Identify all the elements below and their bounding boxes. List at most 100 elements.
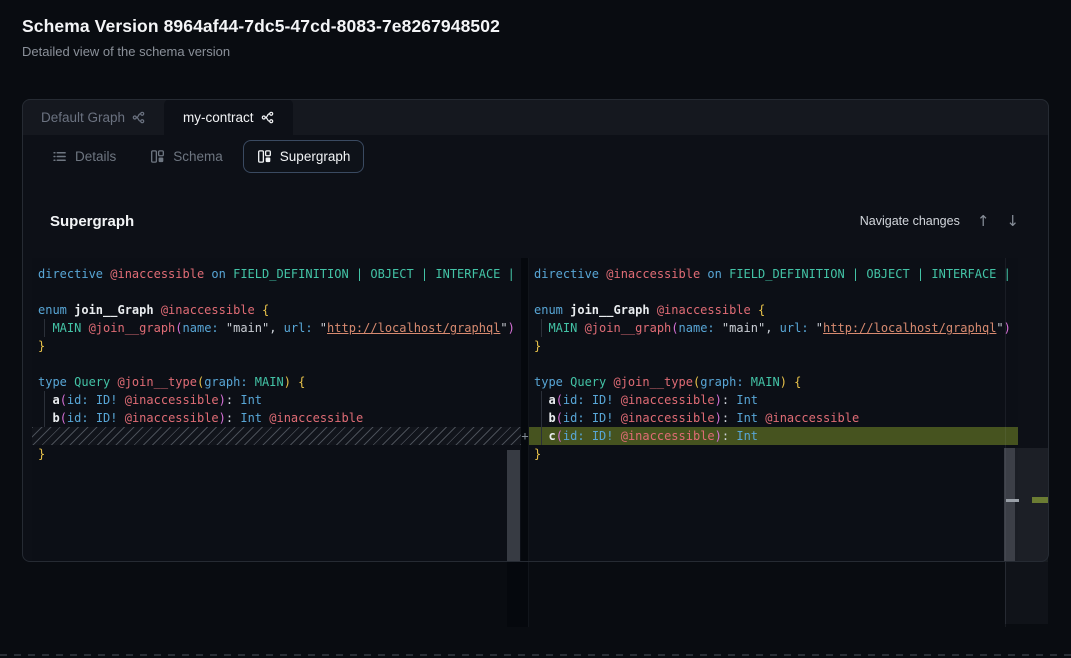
url-link[interactable]: http://localhost/graphql [327, 321, 500, 335]
diff-added-line[interactable]: c(id: ID! @inaccessible): Int [529, 427, 1018, 445]
code-line[interactable]: directive @inaccessible on FIELD_DEFINIT… [529, 265, 1018, 283]
code-token: ) [715, 411, 722, 425]
code-token: ID! [592, 429, 621, 443]
code-token: ) [508, 321, 515, 335]
code-token: "main" [219, 321, 270, 335]
code-token: type [534, 375, 570, 389]
code-token: MAIN [534, 321, 585, 335]
code-line[interactable]: type Query @join__type(graph: MAIN) { [32, 373, 521, 391]
code-token: @inaccessible [269, 411, 363, 425]
code-token: { [262, 303, 269, 317]
code-token: b [534, 411, 556, 425]
code-token: "main" [715, 321, 766, 335]
code-token: ) { [780, 375, 802, 389]
code-token: } [38, 339, 45, 353]
code-token: : [722, 411, 736, 425]
code-token: a [38, 393, 60, 407]
code-token: name: [679, 321, 715, 335]
code-line[interactable]: MAIN @join__graph(name: "main", url: "ht… [32, 319, 521, 337]
code-token: FIELD_DEFINITION | OBJECT | INTERFACE | [233, 267, 515, 281]
code-line[interactable]: a(id: ID! @inaccessible): Int [529, 391, 1018, 409]
code-token: ) { [284, 375, 306, 389]
code-line[interactable]: b(id: ID! @inaccessible): Int @inaccessi… [529, 409, 1018, 427]
subtab-supergraph[interactable]: Supergraph [243, 140, 365, 173]
code-line[interactable]: MAIN @join__graph(name: "main", url: "ht… [529, 319, 1018, 337]
code-token: } [38, 447, 45, 461]
code-token: FIELD_DEFINITION | OBJECT | INTERFACE | [729, 267, 1011, 281]
code-token: ID! [592, 393, 621, 407]
code-token: id: [67, 411, 96, 425]
code-token: id: [563, 411, 592, 425]
code-line[interactable] [32, 355, 521, 373]
code-token: " [996, 321, 1003, 335]
page-title: Schema Version 8964af44-7dc5-47cd-8083-7… [22, 16, 500, 37]
collapsed-region-edge [0, 654, 1071, 656]
previous-change-button[interactable]: ↑ [977, 214, 990, 229]
code-line[interactable]: directive @inaccessible on FIELD_DEFINIT… [32, 265, 521, 283]
code-line[interactable]: } [32, 337, 521, 355]
code-token: ( [556, 411, 563, 425]
code-line[interactable]: type Query @join__type(graph: MAIN) { [529, 373, 1018, 391]
diff-pane-original[interactable]: directive @inaccessible on FIELD_DEFINIT… [32, 258, 521, 562]
code-token: : [722, 429, 736, 443]
subtab-details[interactable]: Details [38, 140, 130, 173]
list-icon [52, 149, 67, 164]
branch-icon [261, 111, 274, 124]
code-token: on [707, 267, 729, 281]
subtab-label: Supergraph [280, 149, 351, 164]
code-token: @inaccessible [765, 411, 859, 425]
code-token: directive [534, 267, 606, 281]
next-change-button[interactable]: ↓ [1006, 214, 1019, 229]
code-token: ) [219, 411, 226, 425]
right-pane-scrollbar[interactable] [1004, 448, 1015, 562]
code-token: ( [175, 321, 182, 335]
code-token: } [534, 447, 541, 461]
code-token: @inaccessible [657, 303, 758, 317]
code-token: Int [736, 429, 758, 443]
columns-icon [257, 149, 272, 164]
code-token: directive [38, 267, 110, 281]
code-line[interactable]: enum join__Graph @inaccessible { [32, 301, 521, 319]
subtab-schema[interactable]: Schema [136, 140, 237, 173]
diff-placeholder-line[interactable] [32, 427, 521, 445]
left-pane-scrollbar[interactable] [507, 450, 520, 562]
code-line[interactable]: enum join__Graph @inaccessible { [529, 301, 1018, 319]
code-line[interactable]: } [32, 445, 521, 463]
url-link[interactable]: http://localhost/graphql [823, 321, 996, 335]
supergraph-panel-header: Supergraph Navigate changes ↑ ↓ [50, 207, 1019, 235]
branch-icon [132, 111, 145, 124]
tab-label: my-contract [183, 110, 254, 125]
code-line[interactable]: b(id: ID! @inaccessible): Int @inaccessi… [32, 409, 521, 427]
code-line[interactable] [32, 283, 521, 301]
code-token: , [269, 321, 283, 335]
code-token: ID! [592, 411, 621, 425]
code-token: ID! [96, 411, 125, 425]
code-token: Int [240, 393, 262, 407]
diff-pane-modified[interactable]: directive @inaccessible on FIELD_DEFINIT… [529, 258, 1018, 562]
code-token: @inaccessible [621, 429, 715, 443]
tab-my-contract[interactable]: my-contract [164, 99, 293, 135]
diff-insert-marker: + [519, 427, 531, 445]
code-token: @join__graph [585, 321, 672, 335]
code-token: on [211, 267, 233, 281]
code-token: url: [780, 321, 809, 335]
code-line[interactable] [529, 283, 1018, 301]
columns-icon [150, 149, 165, 164]
code-token: ID! [96, 393, 125, 407]
code-token: @inaccessible [161, 303, 262, 317]
navigate-changes-label: Navigate changes [860, 214, 960, 228]
tab-default-graph[interactable]: Default Graph [22, 99, 164, 135]
code-line[interactable]: } [529, 337, 1018, 355]
code-token: @inaccessible [621, 393, 715, 407]
code-line[interactable]: a(id: ID! @inaccessible): Int [32, 391, 521, 409]
code-token: @inaccessible [125, 393, 219, 407]
code-token: @join__graph [89, 321, 176, 335]
code-line[interactable] [529, 355, 1018, 373]
code-token: Int [240, 411, 269, 425]
code-token: graph: [700, 375, 751, 389]
panel-title: Supergraph [50, 213, 134, 230]
code-token: Int [736, 411, 765, 425]
code-token: enum [534, 303, 570, 317]
code-token: ( [60, 411, 67, 425]
code-line[interactable]: } [529, 445, 1018, 463]
